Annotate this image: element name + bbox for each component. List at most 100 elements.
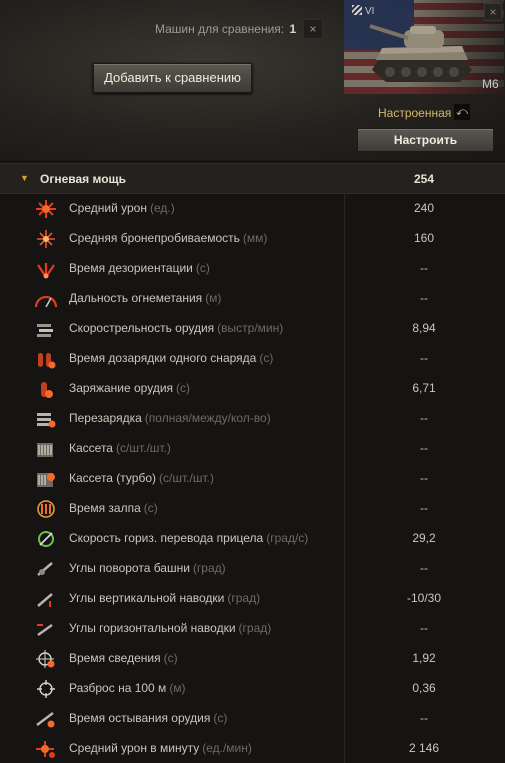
- cooldown-icon: [36, 712, 55, 728]
- vehicle-name: M6: [482, 77, 499, 91]
- stat-value: --: [420, 501, 428, 515]
- collapse-arrow-icon[interactable]: ▼: [20, 173, 29, 183]
- dpm-icon: [36, 741, 55, 758]
- stat-unit: (с): [259, 351, 274, 365]
- stat-label: Средняя бронепробиваемость (мм): [69, 231, 267, 245]
- stat-unit: (с): [176, 381, 191, 395]
- stat-label: Углы вертикальной наводки (град): [69, 591, 260, 605]
- stat-value: 240: [413, 201, 435, 215]
- magazine-icon: [37, 443, 53, 457]
- stat-unit: (с): [143, 501, 158, 515]
- flame-range-icon: [34, 295, 58, 308]
- stat-label: Скорость гориз. перевода прицела (град/с): [69, 531, 308, 545]
- stat-label: Углы поворота башни (град): [69, 561, 226, 575]
- stat-unit: (полная/между/кол-во): [144, 411, 271, 425]
- configuration-status: Настроенная: [378, 106, 452, 120]
- heavy-tank-class-icon: [352, 5, 362, 15]
- clip-reload-icon: [37, 413, 56, 428]
- stat-label: Кассета (с/шт./шт.): [69, 441, 171, 455]
- stat-row: Средняя бронепробиваемость (мм) 160: [0, 224, 505, 254]
- stat-row: Время дезориентации (с) --: [0, 254, 505, 284]
- stat-label: Заряжание орудия (с): [69, 381, 190, 395]
- stat-unit: (мм): [242, 231, 268, 245]
- stat-unit: (м): [169, 681, 186, 695]
- stat-row: Время сведения (с) 1,92: [0, 644, 505, 674]
- turret-angles-icon: [37, 562, 53, 576]
- rate-of-fire-icon: [37, 324, 53, 337]
- stat-value: 29,2: [412, 531, 436, 545]
- stat-unit: (град): [192, 561, 226, 575]
- remove-vehicle-button[interactable]: ×: [484, 3, 502, 21]
- stat-label: Время сведения (с): [69, 651, 178, 665]
- salvo-icon: [37, 500, 55, 518]
- stat-label: Средний урон в минуту (ед./мин): [69, 741, 252, 755]
- stat-label: Время залпа (с): [69, 501, 158, 515]
- reload-icon: [41, 382, 53, 398]
- horizontal-aim-icon: [37, 623, 53, 637]
- stat-value: --: [420, 471, 428, 485]
- stat-label-text: Заряжание орудия: [69, 381, 174, 395]
- stat-label-text: Кассета: [69, 441, 113, 455]
- stat-row: Средний урон (ед.) 240: [0, 194, 505, 224]
- stat-value: --: [420, 561, 428, 575]
- stat-label-text: Средний урон: [69, 201, 147, 215]
- stat-label: Дальность огнеметания (м): [69, 291, 221, 305]
- stat-unit: (м): [205, 291, 222, 305]
- stat-unit: (с): [213, 711, 228, 725]
- clear-comparison-button[interactable]: ×: [303, 19, 323, 39]
- stat-row: Время дозарядки одного снаряда (с) --: [0, 344, 505, 374]
- compare-label-text: Машин для сравнения:: [155, 22, 285, 36]
- stun-icon: [37, 263, 55, 279]
- vehicle-card: VI × M6 Настроенная ⤺ Настроить: [344, 0, 505, 160]
- add-to-comparison-button[interactable]: Добавить к сравнению: [93, 63, 252, 93]
- stat-unit: (с): [195, 261, 210, 275]
- stat-value: 6,71: [412, 381, 436, 395]
- configure-button[interactable]: Настроить: [357, 128, 494, 152]
- stat-row: Кассета (с/шт./шт.) --: [0, 434, 505, 464]
- stat-value: --: [420, 351, 428, 365]
- shell-reload-icon: [38, 353, 56, 369]
- stat-label-text: Скорость гориз. перевода прицела: [69, 531, 264, 545]
- compare-count-label: Машин для сравнения: 1: [155, 22, 296, 36]
- stat-label: Кассета (турбо) (с/шт./шт.): [69, 471, 214, 485]
- stat-row: Перезарядка (полная/между/кол-во) --: [0, 404, 505, 434]
- firepower-section-header[interactable]: ▼ Огневая мощь 254: [0, 163, 505, 194]
- stat-value: 160: [413, 231, 435, 245]
- stat-row: Углы поворота башни (град) --: [0, 554, 505, 584]
- stat-label-text: Средняя бронепробиваемость: [69, 231, 240, 245]
- stat-row: Кассета (турбо) (с/шт./шт.) --: [0, 464, 505, 494]
- stat-value: --: [420, 711, 428, 725]
- stat-label: Время дозарядки одного снаряда (с): [69, 351, 273, 365]
- stat-row: Углы вертикальной наводки (град) -10/30: [0, 584, 505, 614]
- stat-label: Разброс на 100 м (м): [69, 681, 186, 695]
- stat-value: 1,92: [412, 651, 436, 665]
- damage-icon: [36, 200, 56, 218]
- stat-value: --: [420, 291, 428, 305]
- stat-label-text: Время дозарядки одного снаряда: [69, 351, 257, 365]
- stat-row: Дальность огнеметания (м) --: [0, 284, 505, 314]
- stat-value: 8,94: [412, 321, 436, 335]
- stat-label-text: Углы поворота башни: [69, 561, 190, 575]
- reset-configuration-icon[interactable]: ⤺: [454, 104, 470, 120]
- stat-label: Перезарядка (полная/между/кол-во): [69, 411, 271, 425]
- stat-label: Скорострельность орудия (выстр/мин): [69, 321, 283, 335]
- stat-unit: (выстр/мин): [217, 321, 284, 335]
- stat-label-text: Кассета (турбо): [69, 471, 157, 485]
- compare-count: 1: [289, 22, 297, 36]
- stat-label-text: Время дезориентации: [69, 261, 193, 275]
- traverse-speed-icon: [38, 531, 54, 547]
- stat-row: Средний урон в минуту (ед./мин) 2 146: [0, 734, 505, 763]
- stat-value: --: [420, 261, 428, 275]
- stat-row: Время залпа (с) --: [0, 494, 505, 524]
- stats-list: Средний урон (ед.) 240 Средняя бронепробива…: [0, 194, 505, 763]
- stat-value: --: [420, 621, 428, 635]
- stat-label: Время остывания орудия (с): [69, 711, 227, 725]
- stat-row: Разброс на 100 м (м) 0,36: [0, 674, 505, 704]
- stat-unit: (с/шт./шт.): [159, 471, 214, 485]
- stat-row: Заряжание орудия (с) 6,71: [0, 374, 505, 404]
- stat-label-text: Углы горизонтальной наводки: [69, 621, 236, 635]
- aim-time-icon: [36, 650, 55, 668]
- stat-unit: (с/шт./шт.): [115, 441, 171, 455]
- stat-unit: (град): [238, 621, 272, 635]
- stat-label-text: Перезарядка: [69, 411, 142, 425]
